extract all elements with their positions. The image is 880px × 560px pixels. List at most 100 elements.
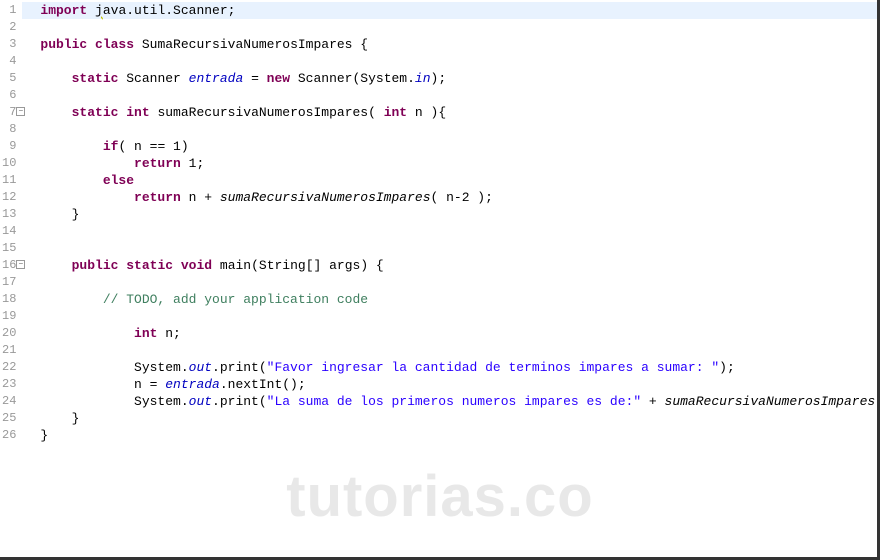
code-area[interactable]: import java.util.Scanner; public class Su…: [22, 0, 880, 560]
code-token: "Favor ingresar la cantidad de terminos …: [267, 360, 719, 375]
code-line[interactable]: [40, 53, 880, 70]
line-number: 12: [2, 189, 16, 206]
code-line[interactable]: static Scanner entrada = new Scanner(Sys…: [40, 70, 880, 87]
line-number: 19: [2, 308, 16, 325]
code-line[interactable]: int n;: [40, 325, 880, 342]
code-token: public: [40, 37, 87, 52]
line-number: 10: [2, 155, 16, 172]
code-token: class: [95, 37, 134, 52]
code-token: int: [134, 326, 157, 341]
code-token: [40, 258, 71, 273]
line-number: 14: [2, 223, 16, 240]
code-line[interactable]: else: [40, 172, 880, 189]
code-token: out: [189, 394, 212, 409]
code-token: entrada: [165, 377, 220, 392]
code-token: }: [40, 207, 79, 222]
code-token: System.: [40, 394, 188, 409]
code-line[interactable]: }: [40, 410, 880, 427]
code-token: n +: [181, 190, 220, 205]
code-line[interactable]: // TODO, add your application code: [40, 291, 880, 308]
code-token: sumaRecursivaNumerosImpares: [665, 394, 876, 409]
line-number: 22: [2, 359, 16, 376]
code-token: }: [40, 428, 48, 443]
code-line[interactable]: [40, 308, 880, 325]
code-line[interactable]: }: [40, 427, 880, 444]
code-token: j: [95, 3, 103, 18]
code-token: int: [126, 105, 149, 120]
code-line[interactable]: static int sumaRecursivaNumerosImpares( …: [40, 104, 880, 121]
line-number: 25: [2, 410, 16, 427]
code-token: import: [40, 3, 87, 18]
code-line[interactable]: [40, 274, 880, 291]
code-token: if: [103, 139, 119, 154]
code-token: System.: [40, 360, 188, 375]
code-token: "La suma de los primeros numeros impares…: [267, 394, 641, 409]
code-line[interactable]: System.out.print("La suma de los primero…: [40, 393, 880, 410]
code-token: =: [243, 71, 266, 86]
code-line[interactable]: return 1;: [40, 155, 880, 172]
code-token: [40, 190, 134, 205]
line-number: 18: [2, 291, 16, 308]
code-token: 1;: [181, 156, 204, 171]
line-number: 9: [2, 138, 16, 155]
line-number: 7−: [2, 104, 16, 121]
code-editor[interactable]: 1234567−8910111213141516−171819202122232…: [0, 0, 880, 560]
code-token: [40, 292, 102, 307]
code-token: ( n-2 );: [431, 190, 493, 205]
code-token: else: [103, 173, 134, 188]
code-token: static: [126, 258, 173, 273]
code-token: [40, 173, 102, 188]
line-number: 15: [2, 240, 16, 257]
code-token: void: [181, 258, 212, 273]
code-token: return: [134, 190, 181, 205]
line-gutter: 1234567−8910111213141516−171819202122232…: [0, 0, 22, 560]
code-line[interactable]: import java.util.Scanner;: [22, 2, 880, 19]
code-line[interactable]: if( n == 1): [40, 138, 880, 155]
code-line[interactable]: [40, 121, 880, 138]
line-number: 11: [2, 172, 16, 189]
line-number: 16−: [2, 257, 16, 274]
code-token: [40, 139, 102, 154]
line-number: 1: [2, 2, 16, 19]
code-token: [40, 71, 71, 86]
code-token: n;: [157, 326, 180, 341]
code-token: out: [189, 360, 212, 375]
code-line[interactable]: [40, 240, 880, 257]
code-token: Scanner(System.: [290, 71, 415, 86]
code-token: [87, 3, 95, 18]
code-token: sumaRecursivaNumerosImpares: [220, 190, 431, 205]
code-line[interactable]: System.out.print("Favor ingresar la cant…: [40, 359, 880, 376]
line-number: 26: [2, 427, 16, 444]
code-line[interactable]: [40, 19, 880, 36]
code-token: [40, 105, 71, 120]
code-token: ( n == 1): [118, 139, 188, 154]
code-line[interactable]: n = entrada.nextInt();: [40, 376, 880, 393]
line-number: 20: [2, 325, 16, 342]
code-line[interactable]: [40, 342, 880, 359]
code-token: public: [72, 258, 119, 273]
code-line[interactable]: }: [40, 206, 880, 223]
code-line[interactable]: [40, 223, 880, 240]
code-line[interactable]: return n + sumaRecursivaNumerosImpares( …: [40, 189, 880, 206]
code-token: main(String[] args) {: [212, 258, 384, 273]
line-number: 4: [2, 53, 16, 70]
line-number: 3: [2, 36, 16, 53]
code-line[interactable]: [40, 87, 880, 104]
code-token: // TODO, add your application code: [103, 292, 368, 307]
code-token: [87, 37, 95, 52]
code-line[interactable]: public class SumaRecursivaNumerosImpares…: [40, 36, 880, 53]
code-token: new: [267, 71, 290, 86]
code-line[interactable]: public static void main(String[] args) {: [40, 257, 880, 274]
code-token: Scanner: [118, 71, 188, 86]
line-number: 24: [2, 393, 16, 410]
code-token: [40, 156, 134, 171]
line-number: 2: [2, 19, 16, 36]
code-token: .print(: [212, 394, 267, 409]
code-token: n =: [40, 377, 165, 392]
code-token: [40, 326, 134, 341]
code-token: return: [134, 156, 181, 171]
code-token: SumaRecursivaNumerosImpares {: [134, 37, 368, 52]
code-token: .print(: [212, 360, 267, 375]
line-number: 8: [2, 121, 16, 138]
code-token: in: [415, 71, 431, 86]
